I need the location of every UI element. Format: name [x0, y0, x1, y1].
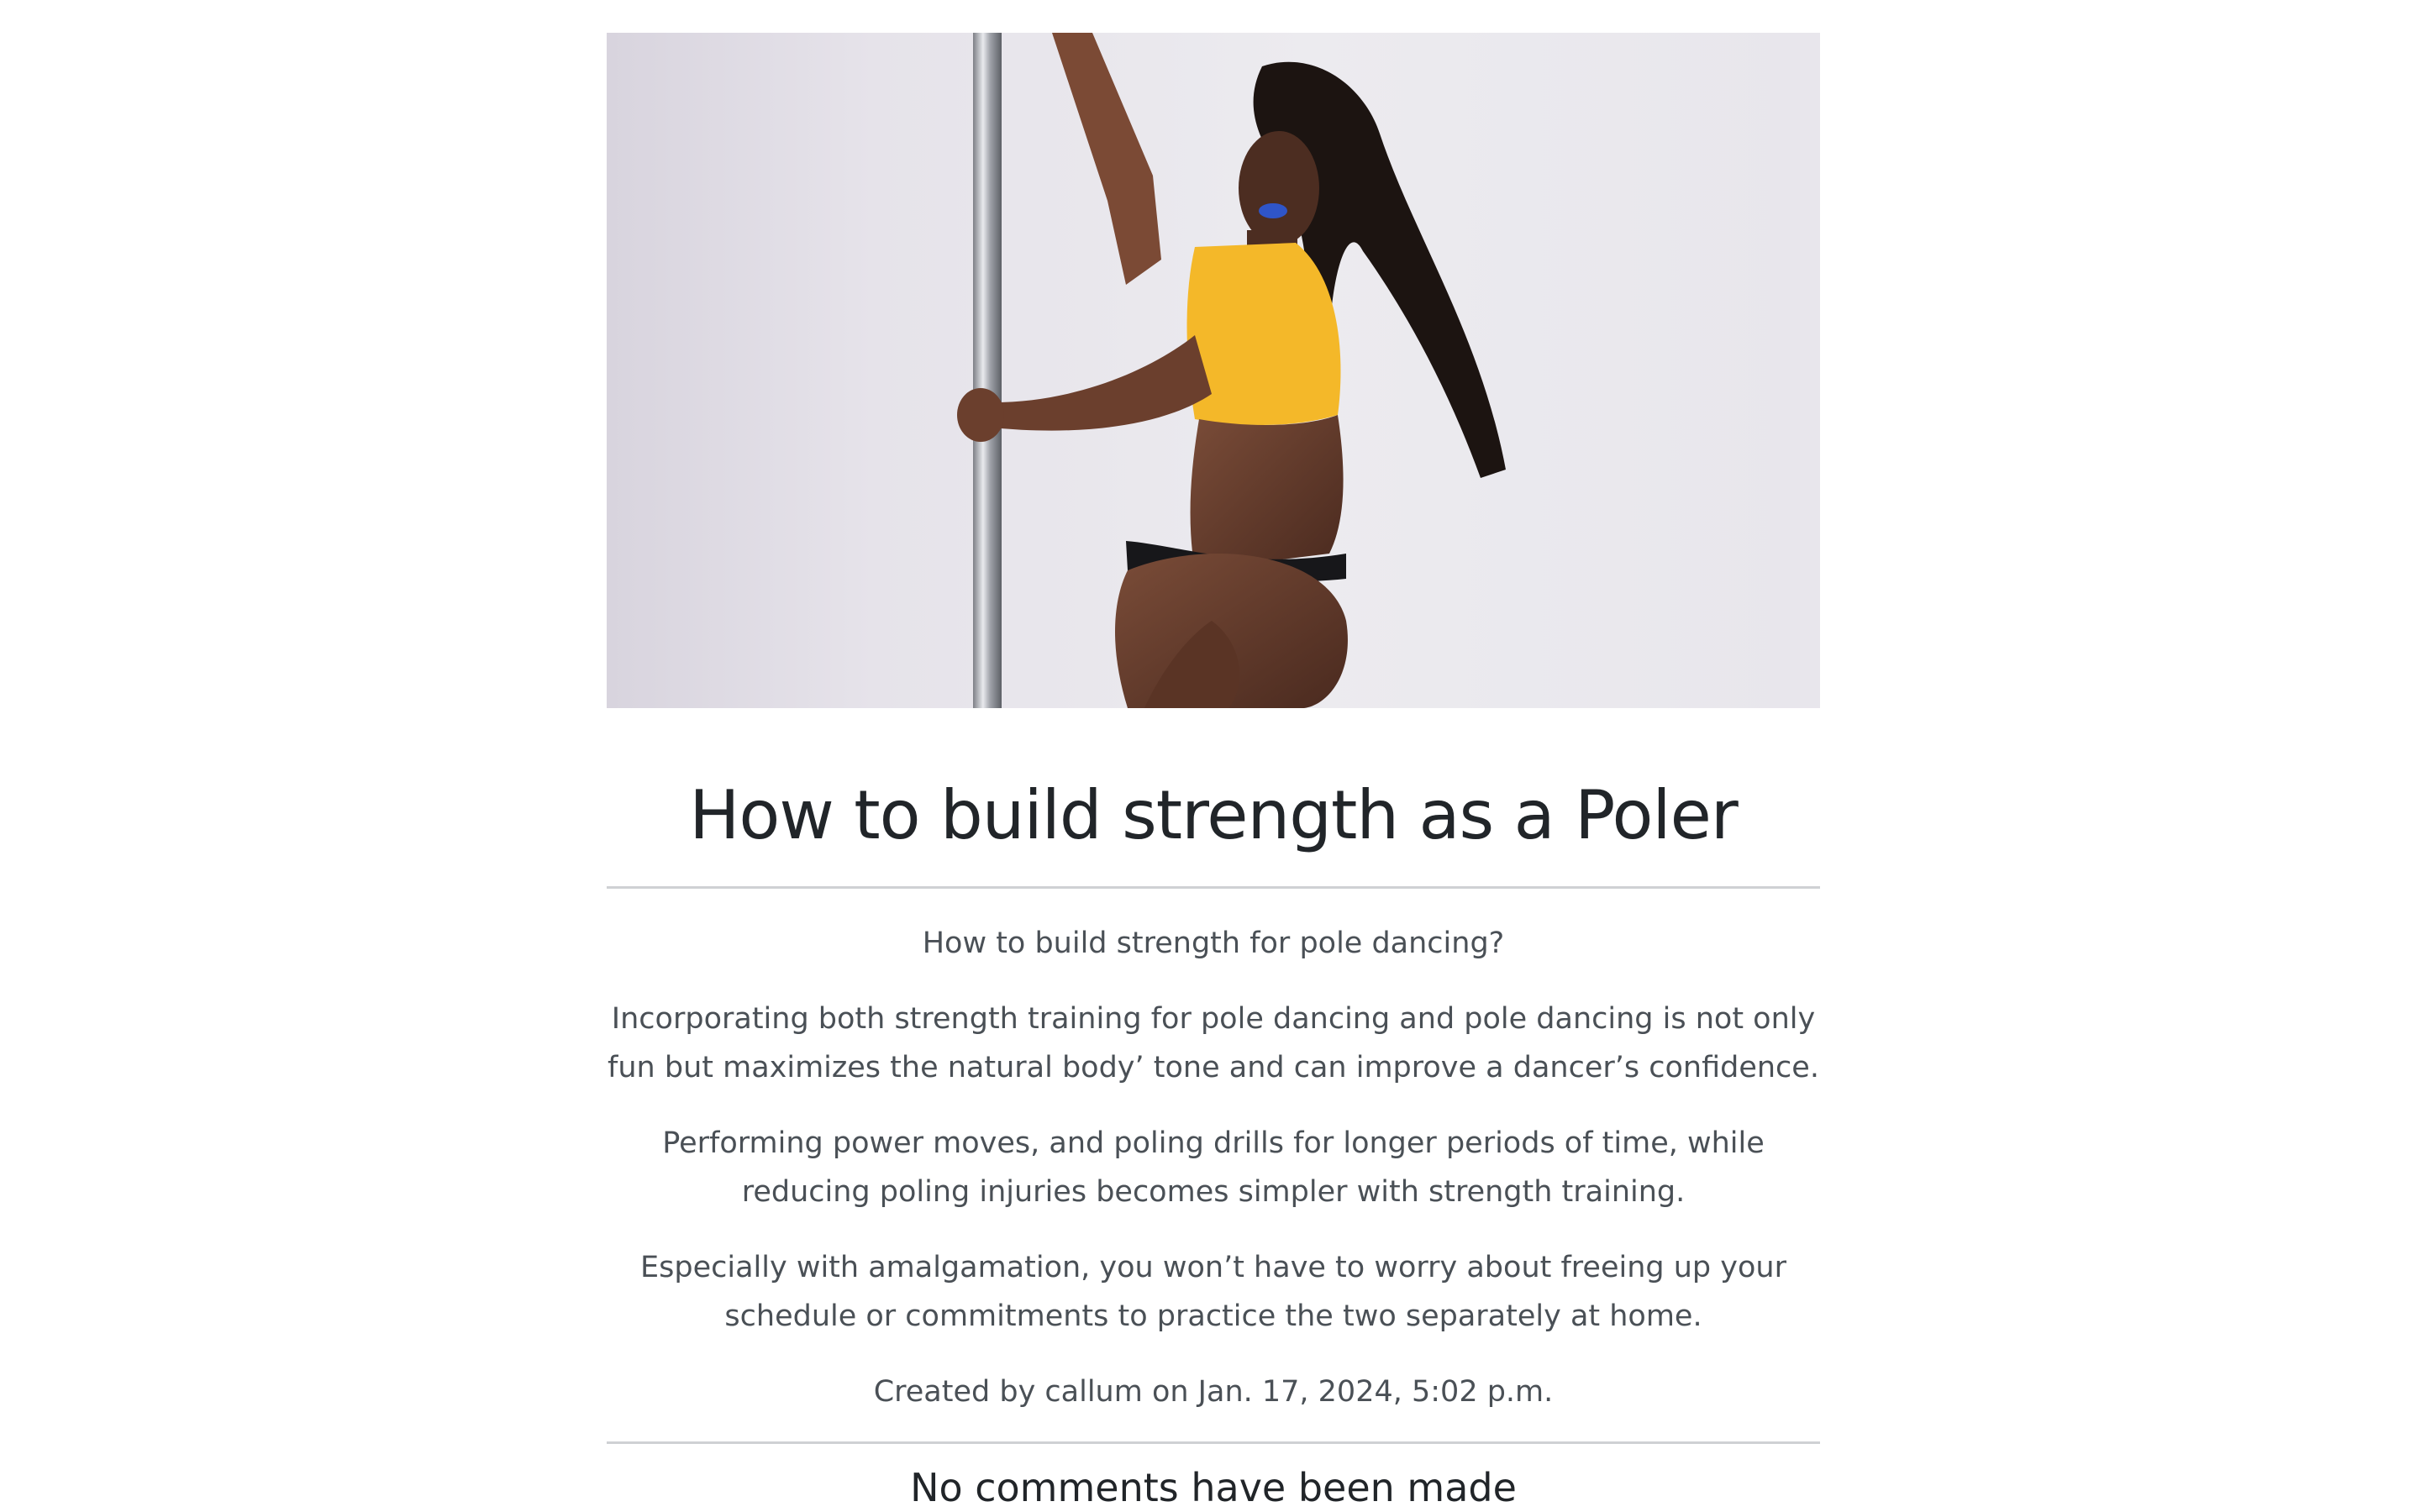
post-detail: How to build strength as a Poler How to …	[607, 33, 1820, 1512]
post-meta: Created by callum on Jan. 17, 2024, 5:02…	[873, 1375, 1554, 1409]
post-paragraph: Incorporating both strength training for…	[608, 1002, 1819, 1084]
title-divider	[607, 886, 1820, 889]
post-title: How to build strength as a Poler	[689, 776, 1739, 854]
page: How to build strength as a Poler How to …	[0, 0, 2420, 1512]
pole-dancer-photo	[957, 33, 1506, 708]
post-paragraph: Especially with amalgamation, you won’t …	[640, 1251, 1786, 1333]
yellow-top-shape	[1186, 243, 1341, 425]
comments-divider	[607, 1441, 1820, 1444]
post-featured-image	[607, 33, 1820, 708]
comments-heading: No comments have been made	[910, 1465, 1517, 1510]
post-paragraph: Performing power moves, and poling drill…	[662, 1126, 1765, 1209]
post-body: How to build strength for pole dancing? …	[607, 919, 1820, 1341]
lips-shape	[1259, 203, 1287, 218]
post-paragraph: How to build strength for pole dancing?	[922, 927, 1505, 960]
